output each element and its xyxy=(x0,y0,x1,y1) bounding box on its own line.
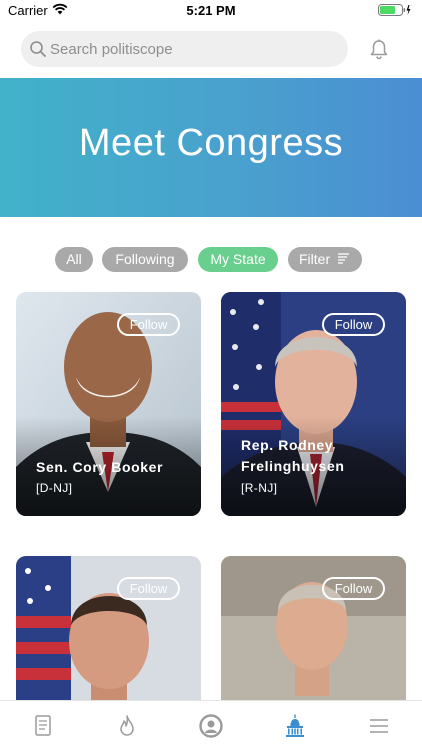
search-input[interactable] xyxy=(50,31,340,67)
badge-icon[interactable] xyxy=(198,713,224,739)
search-icon xyxy=(30,41,46,57)
search-bar[interactable] xyxy=(21,31,348,67)
flame-icon[interactable] xyxy=(114,713,140,739)
follow-button[interactable]: Follow xyxy=(117,313,180,336)
filter-chip-all[interactable]: All xyxy=(55,247,93,272)
member-name: Sen. Cory Booker xyxy=(36,459,164,475)
tab-bar xyxy=(0,700,422,750)
member-party: [R-NJ] xyxy=(241,481,278,495)
bell-icon[interactable] xyxy=(368,38,390,60)
filter-chip-following[interactable]: Following xyxy=(102,247,188,272)
battery-icon xyxy=(378,4,411,16)
status-bar: Carrier 5:21 PM xyxy=(0,0,422,22)
congress-member-card[interactable]: Follow Sen. Cory Booker [D-NJ] xyxy=(16,292,201,516)
filter-chip-my-state[interactable]: My State xyxy=(198,247,278,272)
filter-button[interactable]: Filter xyxy=(288,247,362,272)
hero-banner: Meet Congress xyxy=(0,78,422,217)
follow-button[interactable]: Follow xyxy=(322,313,385,336)
follow-button[interactable]: Follow xyxy=(322,577,385,600)
menu-icon[interactable] xyxy=(366,713,392,739)
member-name: Rep. Rodney Frelinghuysen xyxy=(241,437,345,474)
member-party: [D-NJ] xyxy=(36,481,73,495)
follow-button[interactable]: Follow xyxy=(117,577,180,600)
capitol-icon[interactable] xyxy=(282,713,308,739)
document-icon[interactable] xyxy=(30,713,56,739)
clock: 5:21 PM xyxy=(186,3,236,18)
filter-lines-icon xyxy=(338,253,349,264)
page-title: Meet Congress xyxy=(78,122,344,164)
filter-label: Filter xyxy=(299,251,331,267)
congress-member-card[interactable]: Follow Rep. Rodney Frelinghuysen [R-NJ] xyxy=(221,292,406,516)
